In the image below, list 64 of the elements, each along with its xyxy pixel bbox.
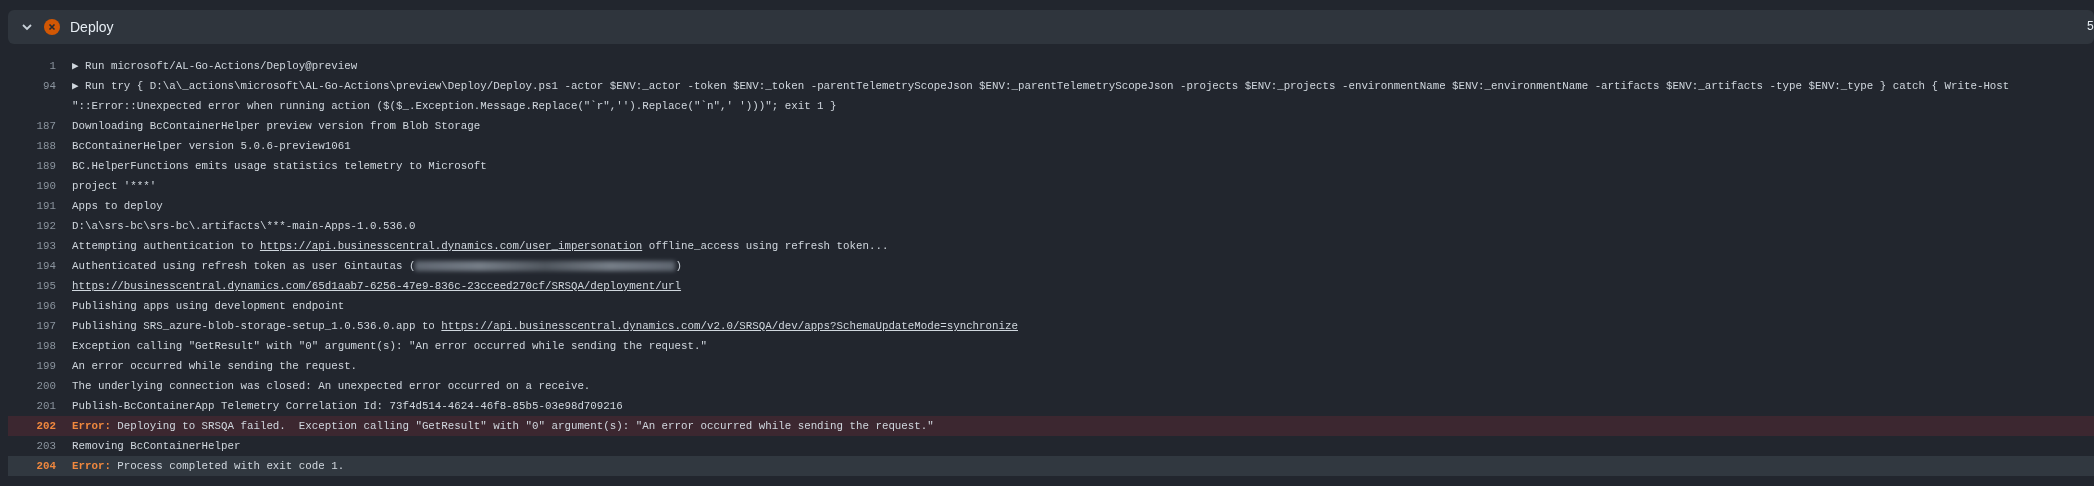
log-line: BC.HelperFunctions emits usage statistics telemetry to Microsoft xyxy=(72,159,487,174)
step-title: Deploy xyxy=(70,19,115,35)
line-number[interactable]: 187 xyxy=(8,116,56,136)
log-row[interactable]: 198 Exception calling "GetResult" with "0" argument(s): "An error occurred while sending the request." xyxy=(8,336,2094,356)
log-line: Publishing SRS_azure-blob-storage-setup_1.0.536.0.app to https://api.businesscentral.dynamics.com/v2.0/SRSQA/dev/apps?SchemaUpdateMode=synchronize xyxy=(72,319,1018,334)
log-row[interactable]: 199 An error occurred while sending the request. xyxy=(8,356,2094,376)
log-line: Publish-BcContainerApp Telemetry Correlation Id: 73f4d514-4624-46f8-85b5-03e98d709216 xyxy=(72,399,623,414)
line-number[interactable]: 188 xyxy=(8,136,56,156)
log-line: Apps to deploy xyxy=(72,199,163,214)
log-line: project '***' xyxy=(72,179,157,194)
log-line: Authenticated using refresh token as user Gintautas ( ) xyxy=(72,259,682,274)
log-line: The underlying connection was closed: An unexpected error occurred on a receive. xyxy=(72,379,591,394)
log-row[interactable]: 194 Authenticated using refresh token as user Gintautas ( ) xyxy=(8,256,2094,276)
line-number[interactable]: 201 xyxy=(8,396,56,416)
line-number[interactable]: 94 xyxy=(8,76,56,96)
line-number[interactable]: 202 xyxy=(8,416,56,436)
log-row[interactable]: 190 project '***' xyxy=(8,176,2094,196)
log-row[interactable]: 191 Apps to deploy xyxy=(8,196,2094,216)
log-row[interactable]: 193 Attempting authentication to https://api.businesscentral.dynamics.com/user_impersonation offline_access using refresh token... xyxy=(8,236,2094,256)
line-number[interactable]: 204 xyxy=(8,456,56,476)
log-row[interactable]: 197 Publishing SRS_azure-blob-storage-setup_1.0.536.0.app to https://api.businesscentral.dynamics.com/v2.0/SRSQA/dev/apps?SchemaUpdateMode=synchronize xyxy=(8,316,2094,336)
log-row[interactable]: 187 Downloading BcContainerHelper preview version from Blob Storage xyxy=(8,116,2094,136)
log-line: Attempting authentication to https://api.businesscentral.dynamics.com/user_impersonation offline_access using refresh token... xyxy=(72,239,889,254)
line-number[interactable]: 197 xyxy=(8,316,56,336)
line-number[interactable]: 203 xyxy=(8,436,56,456)
log-line: An error occurred while sending the request. xyxy=(72,359,358,374)
line-number[interactable]: 194 xyxy=(8,256,56,276)
line-number[interactable]: 200 xyxy=(8,376,56,396)
log-row[interactable]: 189 BC.HelperFunctions emits usage statistics telemetry to Microsoft xyxy=(8,156,2094,176)
log-row[interactable]: 196 Publishing apps using development endpoint xyxy=(8,296,2094,316)
log-row[interactable]: 203 Removing BcContainerHelper xyxy=(8,436,2094,456)
log-line: Error: Process completed with exit code 1. xyxy=(72,459,345,474)
log-line: ▶ Run try { D:\a\_actions\microsoft\AL-Go-Actions\preview\Deploy/Deploy.ps1 -actor $ENV:_actor -token $ENV:_token -parentTelemetryScopeJson $ENV:_parentTelemetryScopeJson -projects $ENV:_projects -environmentName $ENV:_environmentName -artifacts $ENV:_artifacts -type $ENV:_type } catch { Write-Host "::Error::Unexpected error when running action ($($_.Exception.Message.Replace("`r",'').Replace("`n",' ')))"; exit 1 } xyxy=(72,79,2010,114)
line-number[interactable]: 192 xyxy=(8,216,56,236)
line-number[interactable]: 198 xyxy=(8,336,56,356)
log-row[interactable]: 188 BcContainerHelper version 5.0.6-preview1061 xyxy=(8,136,2094,156)
log-line: Publishing apps using development endpoint xyxy=(72,299,345,314)
log-row[interactable]: 195 https://businesscentral.dynamics.com/65d1aab7-6256-47e9-836c-23cceed270cf/SRSQA/deployment/url xyxy=(8,276,2094,296)
log-row[interactable]: 1 ▶ Run microsoft/AL-Go-Actions/Deploy@preview xyxy=(8,56,2094,76)
log-line: BcContainerHelper version 5.0.6-preview1061 xyxy=(72,139,351,154)
line-number[interactable]: 196 xyxy=(8,296,56,316)
line-number[interactable]: 195 xyxy=(8,276,56,296)
log-link[interactable]: https://api.businesscentral.dynamics.com/user_impersonation xyxy=(259,240,643,252)
line-number[interactable]: 1 xyxy=(8,56,56,76)
log-link[interactable]: https://businesscentral.dynamics.com/65d1aab7-6256-47e9-836c-23cceed270cf/SRSQA/deployment/url xyxy=(72,276,682,296)
log-line: Downloading BcContainerHelper preview version from Blob Storage xyxy=(72,119,481,134)
step-duration: 5 xyxy=(2086,20,2094,34)
log-row[interactable]: 201 Publish-BcContainerApp Telemetry Correlation Id: 73f4d514-4624-46f8-85b5-03e98d709216 xyxy=(8,396,2094,416)
line-number[interactable]: 190 xyxy=(8,176,56,196)
line-number[interactable]: 189 xyxy=(8,156,56,176)
log-line: Removing BcContainerHelper xyxy=(72,439,241,454)
log-link[interactable]: https://api.businesscentral.dynamics.com/v2.0/SRSQA/dev/apps?SchemaUpdateMode=synchronize xyxy=(441,320,1018,332)
line-number[interactable]: 193 xyxy=(8,236,56,256)
log-line: ▶ Run microsoft/AL-Go-Actions/Deploy@preview xyxy=(72,59,358,74)
log-row[interactable]: 192 D:\a\srs-bc\srs-bc\.artifacts\***-main-Apps-1.0.536.0 xyxy=(8,216,2094,236)
line-number[interactable]: 199 xyxy=(8,356,56,376)
log-row[interactable]: 200 The underlying connection was closed: An unexpected error occurred on a receive. xyxy=(8,376,2094,396)
log-row[interactable]: 204 Error: Process completed with exit code 1. xyxy=(8,456,2094,476)
log-row[interactable]: 202 Error: Deploying to SRSQA failed. Exception calling "GetResult" with "0" argument(s): "An error occurred while sending the request." xyxy=(8,416,2094,436)
line-number[interactable]: 191 xyxy=(8,196,56,216)
log-line: Error: Deploying to SRSQA failed. Exception calling "GetResult" with "0" argument(s): "An error occurred while sending the request." xyxy=(72,419,934,434)
log-line: D:\a\srs-bc\srs-bc\.artifacts\***-main-Apps-1.0.536.0 xyxy=(72,219,416,234)
log-line: Exception calling "GetResult" with "0" argument(s): "An error occurred while sending the request." xyxy=(72,339,707,354)
step-header[interactable]: Deploy 5 xyxy=(8,10,2094,44)
